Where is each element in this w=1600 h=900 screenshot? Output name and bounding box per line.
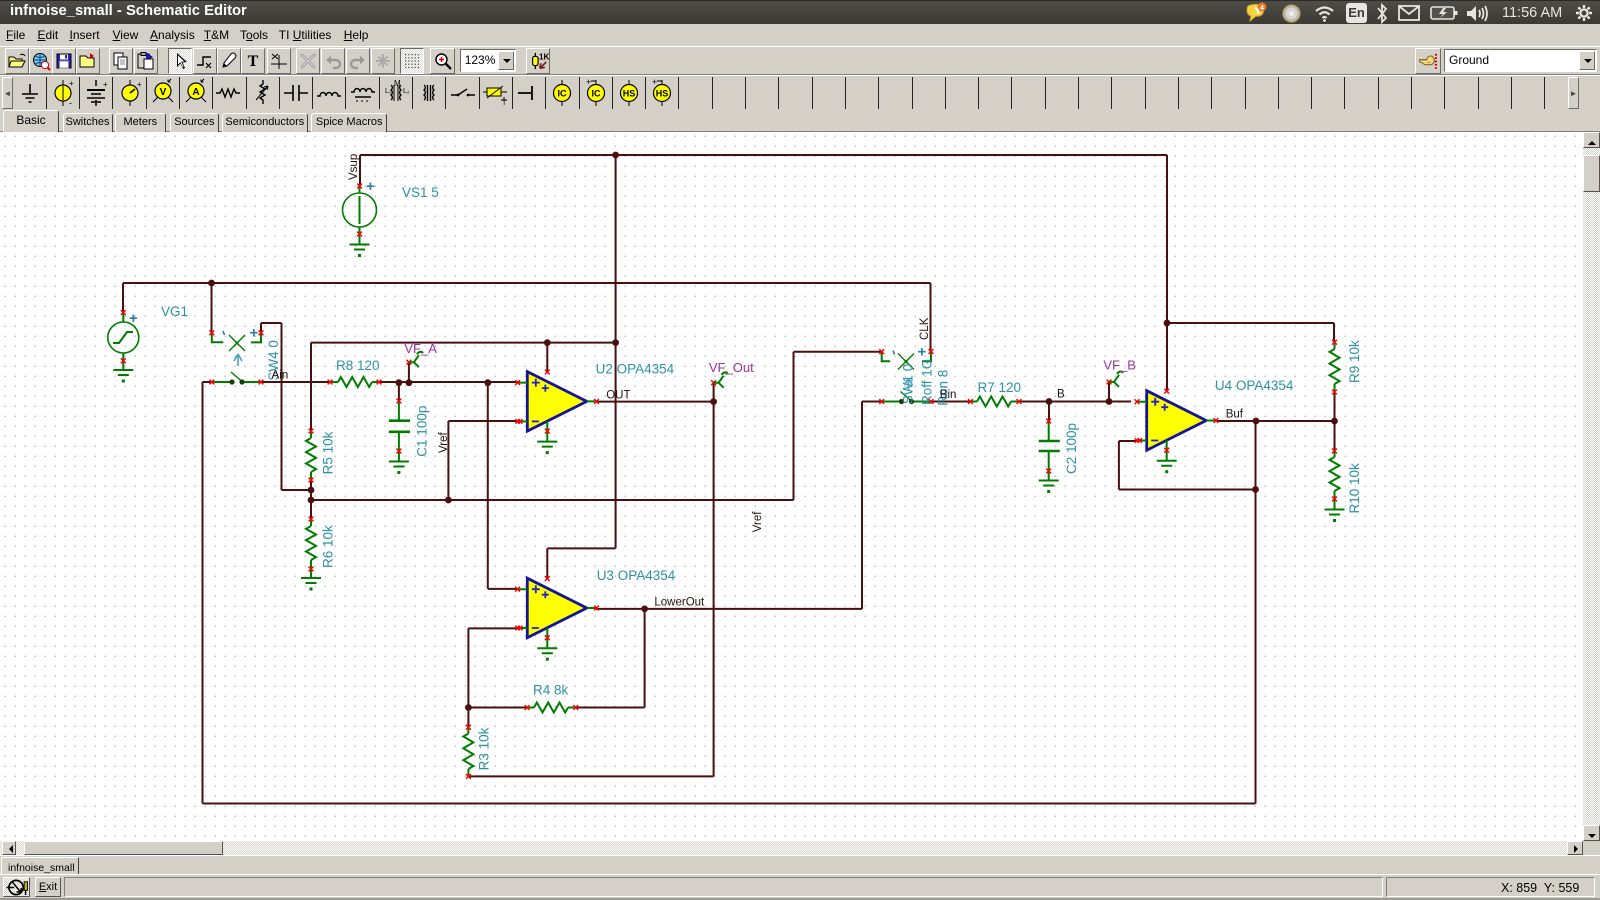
svg-text:C1 100p: C1 100p (415, 406, 430, 457)
svg-text:+: + (918, 344, 927, 361)
svg-text:+: + (103, 80, 108, 89)
svg-text:+: + (69, 79, 74, 88)
svg-text:CLK: CLK (919, 317, 931, 340)
svg-text:R3 10k: R3 10k (477, 727, 492, 770)
svg-text:B: B (1057, 389, 1065, 401)
svg-text:VF_B: VF_B (1103, 358, 1136, 373)
svg-text:V: V (159, 87, 166, 98)
svg-text:VS1 5: VS1 5 (402, 185, 439, 200)
svg-text:R4 8k: R4 8k (533, 683, 569, 698)
svg-text:VG1: VG1 (161, 304, 188, 319)
svg-text:Roff 1G: Roff 1G (920, 359, 935, 405)
svg-text:1K: 1K (539, 53, 550, 62)
svg-text:Vref: Vref (438, 432, 450, 453)
svg-text:R10 10k: R10 10k (1347, 463, 1362, 514)
svg-text:4: 4 (1260, 5, 1264, 12)
svg-text:HS: HS (656, 89, 669, 99)
svg-text:Vsup: Vsup (348, 154, 360, 180)
svg-text:L₁: L₁ (385, 88, 392, 95)
svg-text:R6 10k: R6 10k (321, 525, 336, 568)
svg-text:R8 120: R8 120 (336, 358, 380, 373)
svg-text:U3 OPA4354: U3 OPA4354 (597, 568, 676, 583)
svg-text:+: + (652, 78, 657, 87)
svg-text:LowerOut: LowerOut (654, 597, 705, 609)
svg-text:Bin: Bin (940, 389, 957, 401)
svg-text:L₂: L₂ (403, 88, 410, 95)
svg-text:-: - (69, 98, 72, 108)
svg-text:IC: IC (591, 89, 601, 99)
svg-text:R9 10k: R9 10k (1347, 340, 1362, 383)
svg-text:OUT: OUT (606, 390, 630, 402)
svg-text:VF_Out: VF_Out (709, 360, 754, 375)
svg-text:U4 OPA4354: U4 OPA4354 (1215, 378, 1294, 393)
svg-text:Buf: Buf (1226, 409, 1244, 421)
svg-text:R5 10k: R5 10k (321, 431, 336, 474)
svg-text:Ain: Ain (272, 370, 289, 382)
svg-text:T: T (502, 100, 507, 107)
svg-text:T: T (247, 53, 258, 70)
svg-text:+: + (250, 325, 259, 342)
svg-text:Vref: Vref (752, 511, 764, 532)
svg-text:A: A (193, 87, 200, 98)
svg-text:C2 100p: C2 100p (1064, 423, 1079, 474)
svg-text:+: + (137, 80, 142, 89)
svg-text:U2 OPA4354: U2 OPA4354 (596, 362, 675, 377)
svg-text:VF_A: VF_A (404, 341, 437, 356)
svg-text:+: + (586, 78, 591, 87)
svg-text:+: + (366, 178, 375, 195)
svg-text:R7 120: R7 120 (978, 380, 1022, 395)
svg-text:HS: HS (623, 89, 636, 99)
svg-text:IC: IC (558, 89, 568, 99)
